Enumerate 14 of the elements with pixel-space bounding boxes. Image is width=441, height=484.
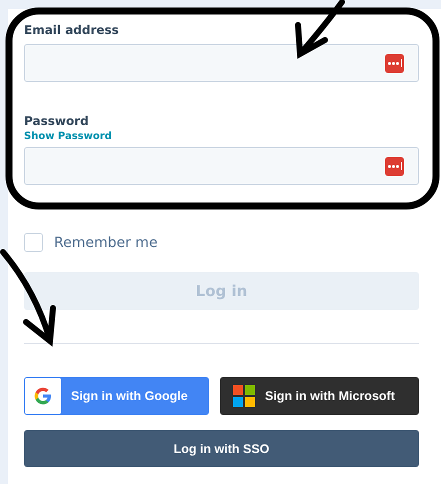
email-field[interactable] bbox=[24, 44, 419, 82]
field-label: Password bbox=[24, 114, 90, 128]
four-squares-icon bbox=[233, 385, 255, 407]
field-label: Email address bbox=[24, 23, 120, 37]
sso-login-button[interactable]: Log in with SSO bbox=[24, 430, 419, 467]
password-field[interactable] bbox=[24, 147, 419, 185]
password-manager-icon[interactable] bbox=[385, 156, 404, 176]
google-g-icon bbox=[25, 378, 61, 414]
remember-label: Remember me bbox=[54, 234, 158, 250]
show-password-link[interactable]: Show Password bbox=[24, 131, 112, 142]
checkbox[interactable] bbox=[24, 233, 43, 252]
password-manager-icon[interactable] bbox=[385, 54, 404, 72]
microsoft-sign-in-button[interactable]: Sign in with Microsoft bbox=[220, 377, 419, 415]
google-sign-in-button[interactable]: Sign in with Google bbox=[24, 377, 209, 415]
